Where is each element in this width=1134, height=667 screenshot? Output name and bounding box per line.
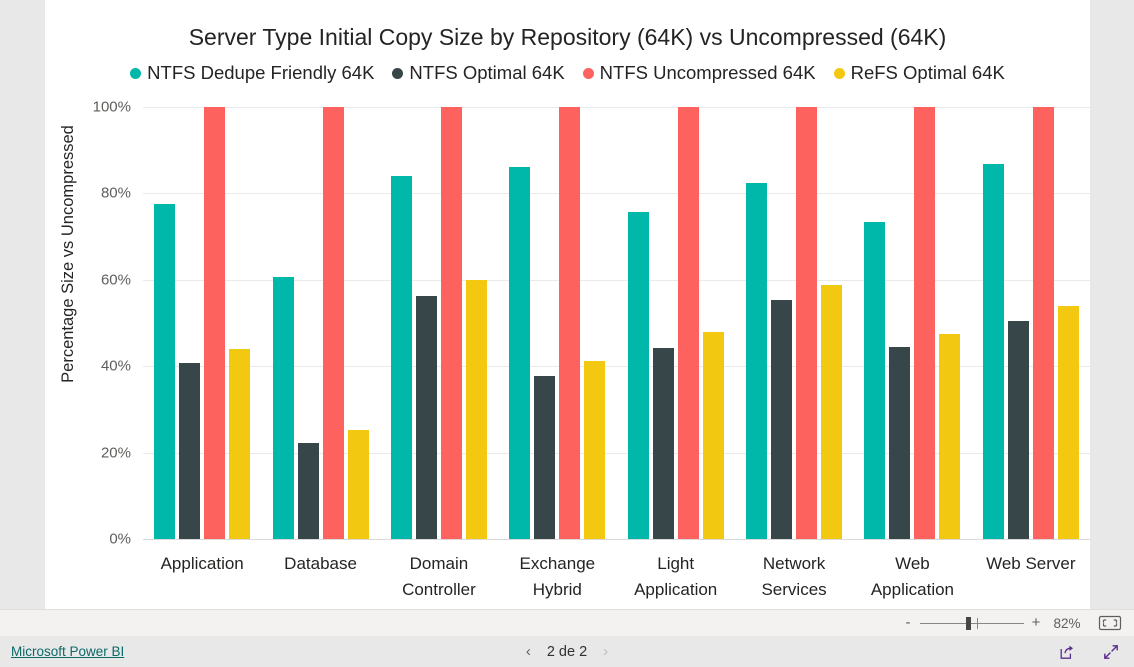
page-navigator[interactable]: ‹ 2 de 2 › <box>0 643 1134 660</box>
chart-bar[interactable] <box>1007 320 1029 539</box>
chart-category-group <box>853 106 971 539</box>
zoom-slider-thumb[interactable] <box>966 617 971 630</box>
chart-bar[interactable] <box>465 280 487 539</box>
zoom-out-button[interactable]: - <box>900 615 916 630</box>
zoom-toolbar[interactable]: - + 82% <box>0 609 1134 636</box>
x-axis-tick-label: Domain Controller <box>402 554 476 599</box>
next-page-icon[interactable]: › <box>603 643 608 660</box>
footer-actions[interactable] <box>1058 643 1120 661</box>
x-axis-tick-label: Web Application <box>870 554 955 599</box>
chart-bar[interactable] <box>297 443 319 539</box>
clustered-column-chart-visual[interactable]: Server Type Initial Copy Size by Reposit… <box>45 0 1090 609</box>
previous-page-icon[interactable]: ‹ <box>526 643 531 660</box>
chart-bar[interactable] <box>509 167 531 539</box>
chart-bar[interactable] <box>771 299 793 539</box>
zoom-slider-track <box>920 623 1024 624</box>
chart-category-group <box>735 106 853 539</box>
chart-plot <box>143 106 1090 539</box>
chart-category-group <box>617 106 735 539</box>
chart-bar[interactable] <box>914 106 936 539</box>
chart-bar[interactable] <box>1032 106 1054 539</box>
chart-bar[interactable] <box>440 106 462 539</box>
zoom-level-label: 82% <box>1053 615 1081 631</box>
zoom-slider[interactable] <box>920 615 1024 631</box>
power-bi-report-view: Server Type Initial Copy Size by Reposit… <box>0 0 1134 667</box>
chart-bar[interactable] <box>584 360 606 539</box>
chart-category-group <box>143 106 261 539</box>
x-axis-labels: Application Database Domain Controller Exch… <box>143 545 1090 603</box>
chart-bar[interactable] <box>796 106 818 539</box>
canvas-gutter-left <box>0 0 45 609</box>
report-footer: Microsoft Power BI ‹ 2 de 2 › <box>0 636 1134 667</box>
chart-bar[interactable] <box>702 332 724 539</box>
share-icon[interactable] <box>1058 643 1076 661</box>
y-axis-tick-label: 100% <box>92 98 131 115</box>
chart-bar[interactable] <box>559 106 581 539</box>
y-axis-tick-label: 0% <box>109 530 131 548</box>
chart-bar[interactable] <box>534 375 556 539</box>
zoom-slider-notch <box>977 618 978 629</box>
chart-bar[interactable] <box>347 430 369 539</box>
canvas-gutter-right <box>1090 0 1134 609</box>
chart-bar[interactable] <box>229 348 251 539</box>
page-indicator: 2 de 2 <box>546 643 588 660</box>
chart-bar[interactable] <box>821 284 843 539</box>
chart-bar[interactable] <box>746 183 768 539</box>
chart-bar[interactable] <box>627 212 649 539</box>
chart-bar[interactable] <box>864 222 886 539</box>
chart-category-group <box>380 106 498 539</box>
y-axis-tick-label: 20% <box>100 444 131 461</box>
plot-area-wrapper: Percentage Size vs Uncompressed 100% 80% 6… <box>45 0 1090 609</box>
chart-bar[interactable] <box>154 204 176 539</box>
x-axis-tick-label: Application <box>160 554 244 573</box>
zoom-in-button[interactable]: + <box>1028 615 1044 630</box>
chart-category-group <box>498 106 616 539</box>
y-axis-ticks: 100% 80% 60% 40% 20% 0% <box>75 0 137 609</box>
fullscreen-icon[interactable] <box>1102 643 1120 661</box>
x-axis-tick-label: Network Services <box>761 554 827 599</box>
chart-category-group <box>261 106 379 539</box>
chart-category-group <box>972 106 1090 539</box>
chart-bar[interactable] <box>204 106 226 539</box>
x-axis-tick-label: Web Server <box>986 554 1076 573</box>
y-axis-tick-label: 60% <box>100 271 131 288</box>
x-axis-tick-label: Light Application <box>634 554 718 599</box>
chart-bar[interactable] <box>889 347 911 539</box>
chart-bar[interactable] <box>982 163 1004 539</box>
x-axis-tick-label: Database <box>284 554 357 573</box>
y-axis-tick-label: 40% <box>100 357 131 375</box>
chart-bar[interactable] <box>179 362 201 539</box>
x-axis-line <box>143 539 1090 540</box>
chart-bar[interactable] <box>322 106 344 539</box>
x-axis-tick-label: Exchange Hybrid <box>519 554 596 599</box>
chart-bar[interactable] <box>415 295 437 539</box>
chart-bar[interactable] <box>939 333 961 539</box>
y-axis-tick-label: 80% <box>100 184 131 202</box>
chart-bar[interactable] <box>390 176 412 539</box>
chart-bar[interactable] <box>677 106 699 539</box>
chart-bar[interactable] <box>272 276 294 539</box>
fit-to-page-icon[interactable] <box>1098 615 1122 631</box>
chart-bar[interactable] <box>1057 306 1079 539</box>
report-canvas: Server Type Initial Copy Size by Reposit… <box>45 0 1090 609</box>
chart-bar[interactable] <box>652 347 674 539</box>
